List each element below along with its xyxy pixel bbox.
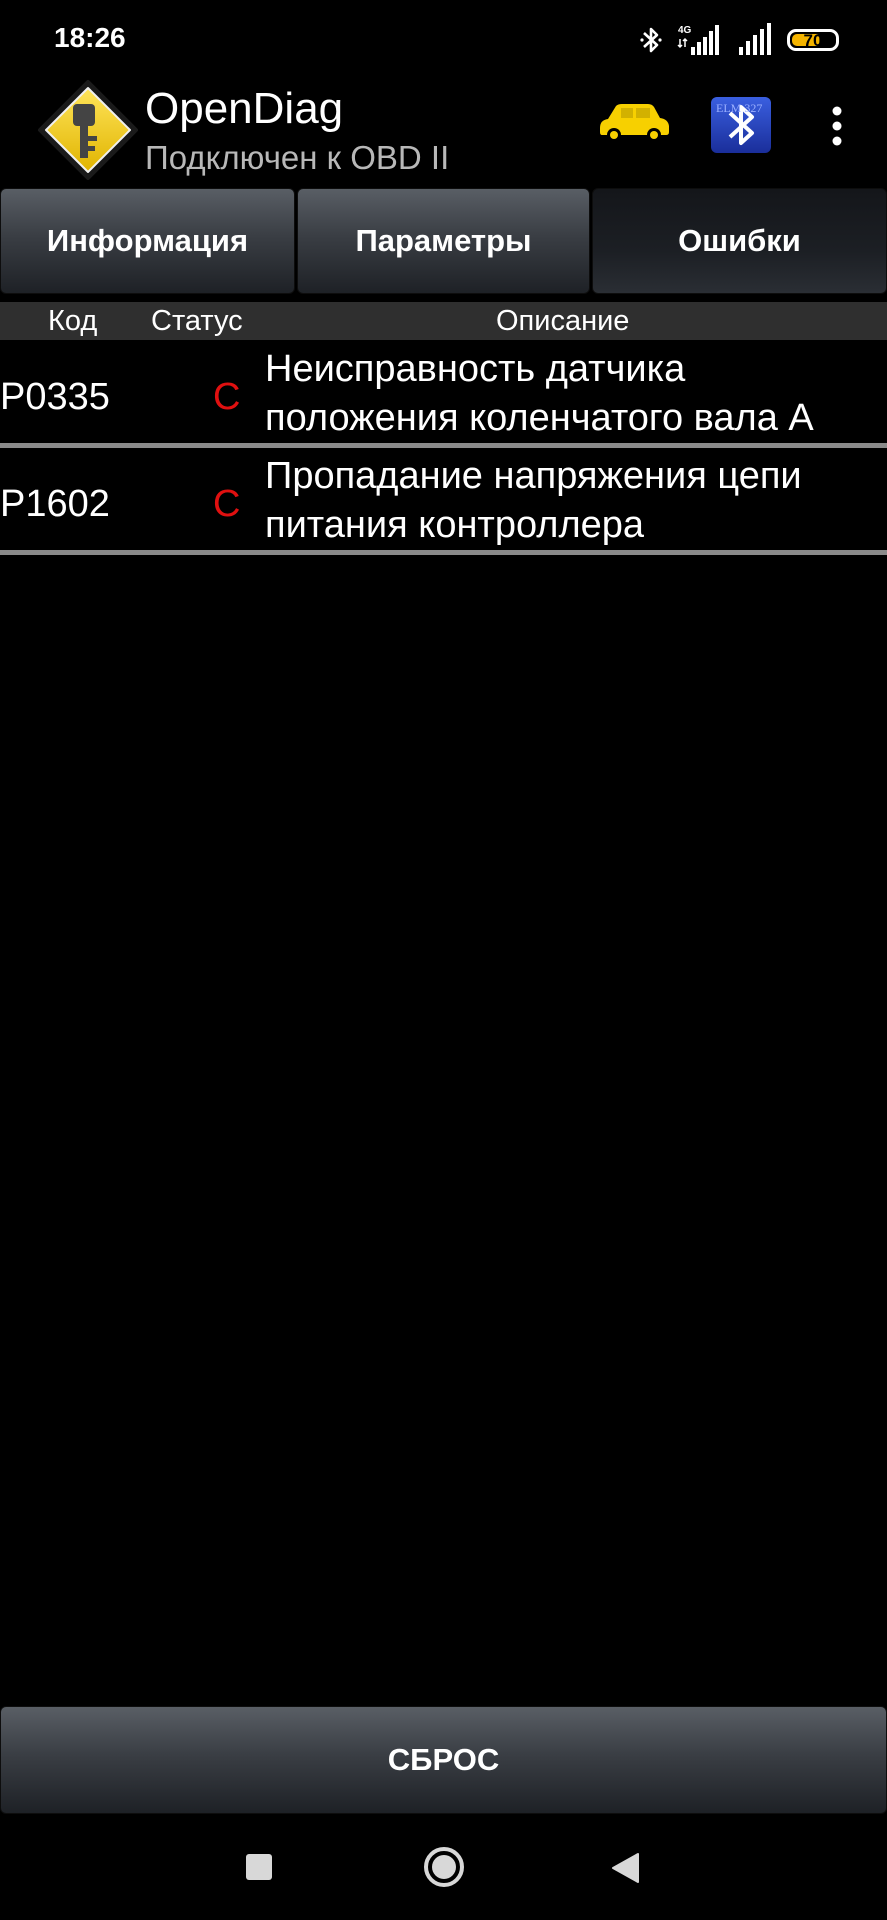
navigation-bar (0, 1814, 887, 1920)
table-header: Код Статус Описание (0, 302, 887, 340)
battery-level: 70 (803, 31, 823, 50)
bluetooth-icon (640, 27, 662, 53)
error-code: P0335 (0, 376, 110, 418)
elm-label: ELM 327 (716, 101, 762, 115)
connection-status: Подключен к OBD II (145, 139, 450, 176)
recents-icon[interactable] (246, 1854, 272, 1880)
tab-information[interactable]: Информация (0, 188, 295, 294)
status-time: 18:26 (54, 22, 126, 53)
column-status: Статус (151, 305, 243, 337)
error-status: C (213, 483, 241, 525)
more-vertical-icon[interactable] (820, 104, 854, 148)
tab-bar: Информация Параметры Ошибки (0, 188, 887, 296)
car-icon[interactable] (596, 98, 672, 146)
status-icons: 4G 70 (639, 22, 839, 58)
table-row[interactable]: P0335 C Неисправность датчика положения … (0, 343, 887, 448)
bluetooth-elm327-icon[interactable]: ELM 327 (710, 96, 772, 154)
signal-4g-icon: 4G (677, 25, 719, 55)
app-title: OpenDiag (145, 84, 344, 133)
column-code: Код (48, 305, 98, 337)
tab-parameters[interactable]: Параметры (297, 188, 590, 294)
error-description: Неисправность датчика положения коленчат… (265, 348, 814, 439)
reset-button[interactable]: СБРОС (0, 1706, 887, 1814)
table-row[interactable]: P1602 C Пропадание напряжения цепи питан… (0, 450, 887, 555)
network-label: 4G (678, 25, 692, 36)
battery-icon: 70 (787, 29, 839, 51)
signal-icon (739, 23, 771, 55)
error-code: P1602 (0, 483, 110, 525)
error-status: C (213, 376, 241, 418)
error-description: Пропадание напряжения цепи питания контр… (265, 455, 802, 546)
column-description: Описание (496, 305, 630, 337)
back-icon[interactable] (610, 1852, 640, 1884)
app-bar: OpenDiag Подключен к OBD II ELM 327 (0, 78, 887, 188)
key-diamond-logo (38, 80, 138, 180)
home-icon[interactable] (422, 1845, 466, 1889)
status-bar: 18:26 4G 70 (0, 0, 887, 78)
tab-errors[interactable]: Ошибки (592, 188, 887, 294)
